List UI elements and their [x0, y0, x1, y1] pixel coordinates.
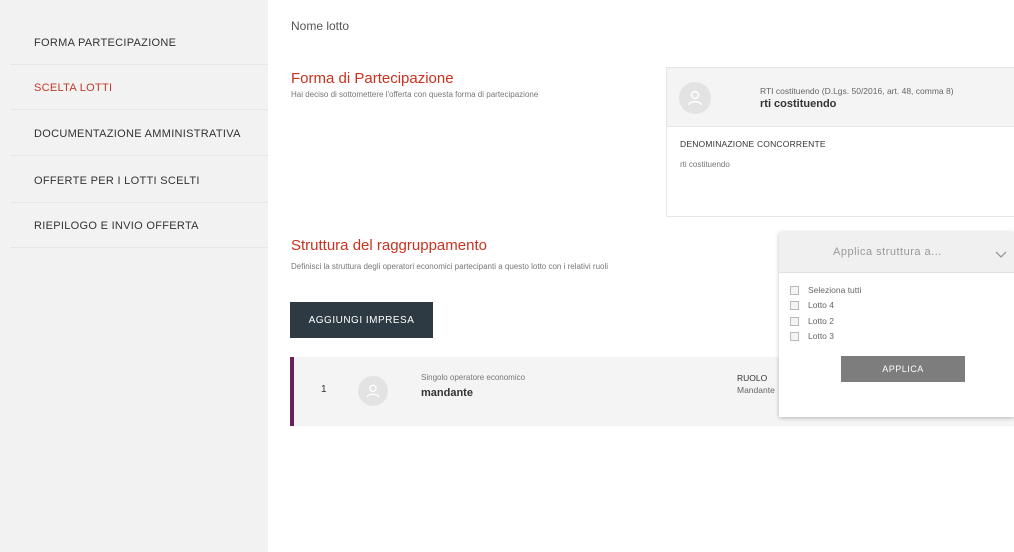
sidebar: FORMA PARTECIPAZIONE SCELTA LOTTI DOCUME…	[0, 0, 268, 552]
participation-name: rti costituendo	[760, 98, 837, 110]
member-role-value: Mandante	[737, 385, 775, 395]
member-role-label: RUOLO	[737, 373, 768, 383]
competitor-label: DENOMINAZIONE CONCORRENTE	[680, 139, 826, 149]
participation-type: RTI costituendo (D.Lgs. 50/2016, art. 48…	[760, 86, 954, 96]
apply-structure-title: Applica struttura a...	[833, 246, 942, 258]
option-lotto-3[interactable]: Lotto 3	[790, 331, 834, 341]
sidebar-item-riepilogo-invio[interactable]: RIEPILOGO E INVIO OFFERTA	[10, 204, 268, 248]
sidebar-item-label: DOCUMENTAZIONE AMMINISTRATIVA	[34, 127, 241, 140]
participation-card: RTI costituendo (D.Lgs. 50/2016, art. 48…	[666, 67, 1014, 217]
sidebar-item-label: FORMA PARTECIPAZIONE	[34, 36, 177, 49]
structure-description: Definisci la struttura degli operatori e…	[291, 262, 609, 271]
competitor-value: rti costituendo	[680, 160, 730, 169]
structure-title: Struttura del raggruppamento	[291, 237, 487, 254]
sidebar-item-label: SCELTA LOTTI	[34, 81, 113, 94]
apply-button[interactable]: APPLICA	[841, 356, 965, 382]
option-label: Lotto 2	[808, 316, 834, 326]
option-lotto-2[interactable]: Lotto 2	[790, 316, 834, 326]
participation-description: Hai deciso di sottomettere l'offerta con…	[291, 90, 539, 99]
sidebar-item-offerte-lotti[interactable]: OFFERTE PER I LOTTI SCELTI	[10, 159, 268, 203]
apply-structure-panel: Applica struttura a... Seleziona tutti L…	[779, 232, 1014, 417]
checkbox[interactable]	[790, 331, 799, 341]
participation-card-header: RTI costituendo (D.Lgs. 50/2016, art. 48…	[667, 68, 1014, 127]
apply-structure-dropdown[interactable]: Applica struttura a...	[779, 232, 1014, 273]
lot-name: Nome lotto	[291, 19, 350, 33]
option-label: Seleziona tutti	[808, 285, 862, 295]
add-company-button[interactable]: AGGIUNGI IMPRESA	[290, 302, 433, 338]
checkbox[interactable]	[790, 285, 799, 295]
member-type: Singolo operatore economico	[421, 373, 526, 382]
option-label: Lotto 4	[808, 300, 834, 310]
sidebar-item-label: OFFERTE PER I LOTTI SCELTI	[34, 174, 200, 187]
sidebar-item-scelta-lotti[interactable]: SCELTA LOTTI	[10, 66, 268, 110]
option-lotto-4[interactable]: Lotto 4	[790, 300, 834, 310]
member-index: 1	[321, 384, 327, 395]
participation-title: Forma di Partecipazione	[291, 70, 454, 87]
option-select-all[interactable]: Seleziona tutti	[790, 285, 861, 295]
checkbox[interactable]	[790, 316, 799, 326]
user-avatar-icon	[679, 82, 711, 114]
checkbox[interactable]	[790, 300, 799, 310]
sidebar-item-forma-partecipazione[interactable]: FORMA PARTECIPAZIONE	[10, 21, 268, 65]
option-label: Lotto 3	[808, 331, 834, 341]
sidebar-item-documentazione-amministrativa[interactable]: DOCUMENTAZIONE AMMINISTRATIVA	[10, 112, 268, 156]
member-name: mandante	[421, 387, 473, 399]
sidebar-item-label: RIEPILOGO E INVIO OFFERTA	[34, 219, 199, 232]
user-avatar-icon	[358, 376, 388, 406]
chevron-down-icon[interactable]	[995, 246, 1007, 264]
